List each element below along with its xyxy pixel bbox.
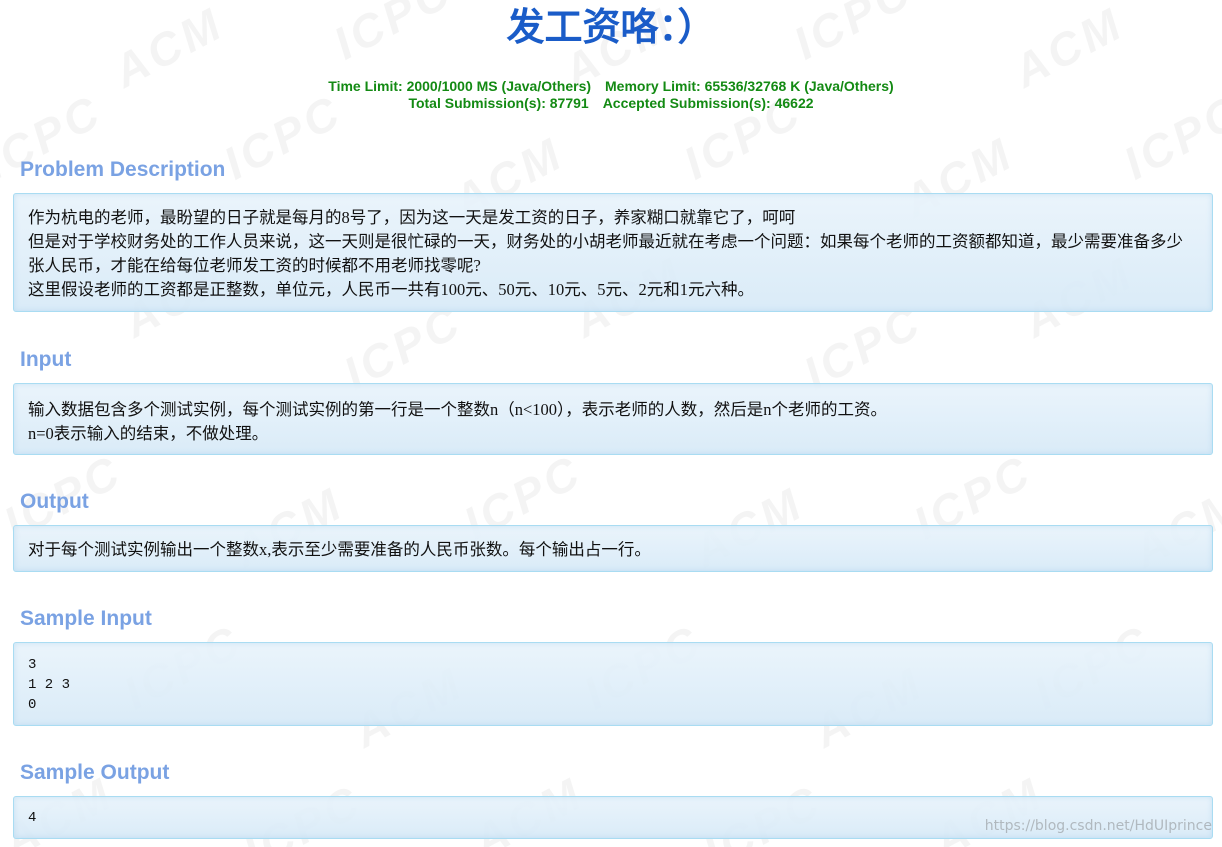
- panel-input: 输入数据包含多个测试实例，每个测试实例的第一行是一个整数n（n<100），表示老…: [13, 383, 1213, 455]
- total-submissions: Total Submission(s): 87791: [408, 95, 589, 111]
- problem-limits: Time Limit: 2000/1000 MS (Java/Others) Me…: [0, 78, 1222, 112]
- time-limit: Time Limit: 2000/1000 MS (Java/Others): [328, 78, 592, 94]
- panel-description: 作为杭电的老师，最盼望的日子就是每月的8号了，因为这一天是发工资的日子，养家糊口…: [13, 193, 1213, 312]
- description-line: 但是对于学校财务处的工作人员来说，这一天则是很忙碌的一天，财务处的小胡老师最近就…: [28, 232, 1183, 275]
- csdn-watermark: https://blog.csdn.net/HdUIprince: [984, 818, 1212, 834]
- accepted-submissions: Accepted Submission(s): 46622: [602, 95, 814, 111]
- section-title-input: Input: [20, 348, 72, 371]
- output-line: 对于每个测试实例输出一个整数x,表示至少需要准备的人民币张数。每个输出占一行。: [28, 540, 651, 559]
- limits-row-2: Total Submission(s): 87791 Accepted Submi…: [0, 95, 1222, 112]
- section-title-output: Output: [20, 490, 89, 513]
- description-line: 这里假设老师的工资都是正整数，单位元，人民币一共有100元、50元、10元、5元…: [28, 280, 754, 299]
- input-line: 输入数据包含多个测试实例，每个测试实例的第一行是一个整数n（n<100），表示老…: [28, 400, 888, 419]
- section-title-sample-output: Sample Output: [20, 761, 170, 784]
- description-line: 作为杭电的老师，最盼望的日子就是每月的8号了，因为这一天是发工资的日子，养家糊口…: [28, 208, 796, 227]
- page-title: 发工资咯：）: [506, 7, 716, 49]
- panel-output: 对于每个测试实例输出一个整数x,表示至少需要准备的人民币张数。每个输出占一行。: [13, 525, 1213, 572]
- limits-row-1: Time Limit: 2000/1000 MS (Java/Others) Me…: [0, 78, 1222, 95]
- panel-sample-input: 3 1 2 3 0: [13, 642, 1213, 726]
- input-line: n=0表示输入的结束，不做处理。: [28, 424, 269, 443]
- section-title-description: Problem Description: [20, 158, 226, 181]
- memory-limit: Memory Limit: 65536/32768 K (Java/Others…: [605, 78, 894, 94]
- section-title-sample-input: Sample Input: [20, 607, 152, 630]
